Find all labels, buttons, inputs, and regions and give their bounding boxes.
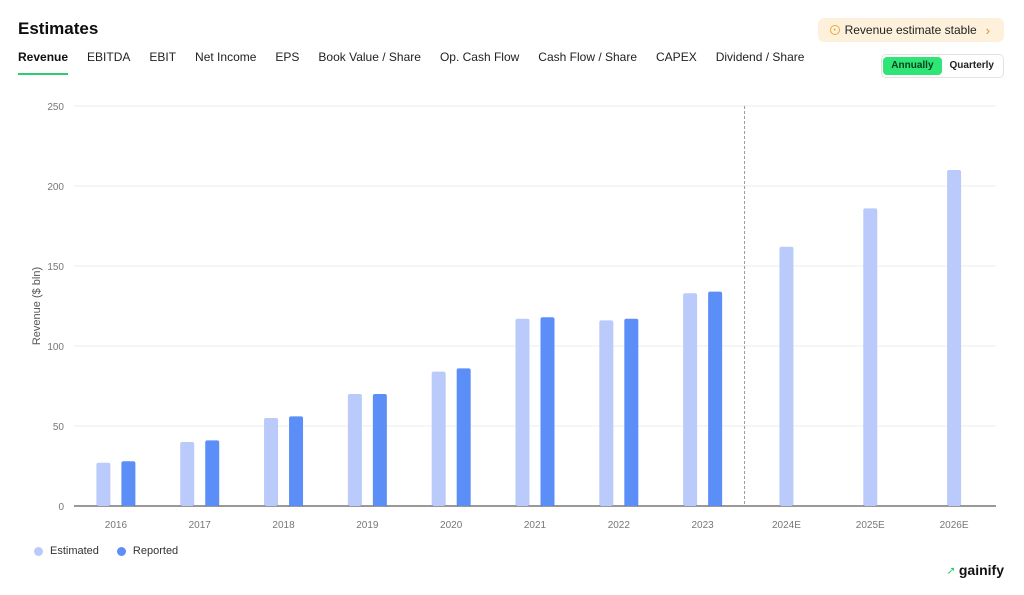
bar-reported-2016: [121, 461, 136, 506]
bar-estimated-2021: [515, 318, 530, 506]
legend-label-reported: Reported: [132, 545, 179, 557]
bar-reported-2023: [708, 291, 723, 506]
legend-swatch-estimated: [34, 546, 43, 556]
bar-reported-2022: [624, 318, 639, 506]
brand-logo: ➚ gainify: [947, 562, 1004, 578]
x-tick-label: 2024E: [772, 520, 801, 531]
y-tick-label: 50: [53, 422, 65, 433]
bar-reported-2017: [205, 440, 220, 506]
bar-estimated-2020: [431, 371, 446, 506]
x-tick-label: 2016: [105, 520, 128, 531]
y-tick-label: 0: [58, 502, 64, 513]
y-tick-label: 200: [47, 182, 64, 193]
y-tick-label: 100: [47, 342, 64, 353]
bar-reported-2021: [540, 317, 555, 506]
x-tick-label: 2021: [524, 520, 547, 531]
legend-item-reported[interactable]: Reported: [116, 545, 179, 557]
bar-reported-2018: [289, 416, 304, 506]
bar-estimated-2019: [347, 394, 362, 506]
x-tick-label: 2019: [356, 520, 379, 531]
y-tick-label: 150: [47, 262, 64, 273]
arrow-up-right-icon: ➚: [946, 564, 956, 577]
bar-estimated-2017: [180, 442, 195, 506]
bar-estimated-2024E: [779, 246, 794, 507]
bar-reported-2019: [372, 394, 387, 506]
legend-item-estimated[interactable]: Estimated: [34, 545, 99, 557]
y-axis-label: Revenue ($ bln): [31, 267, 43, 345]
x-tick-label: 2018: [272, 520, 295, 531]
y-tick-label: 250: [47, 102, 64, 113]
x-tick-label: 2022: [608, 520, 631, 531]
x-tick-label: 2017: [189, 520, 212, 531]
bar-estimated-2025E: [863, 208, 878, 506]
bar-estimated-2022: [599, 320, 614, 506]
revenue-bar-chart: 0 50 100 150 200 250 Revenue ($ bln) 2016 2017 20…: [31, 102, 996, 531]
bar-reported-2020: [456, 368, 471, 506]
bar-estimated-2018: [264, 418, 279, 506]
x-tick-label: 2020: [440, 520, 463, 531]
x-tick-label: 2023: [692, 520, 715, 531]
brand-name: gainify: [958, 562, 1004, 578]
bar-estimated-2023: [683, 293, 698, 506]
legend-label-estimated: Estimated: [50, 545, 99, 557]
chart-legend: Estimated Reported: [34, 545, 178, 557]
bar-estimated-2016: [96, 462, 111, 506]
legend-swatch-reported: [116, 546, 126, 556]
x-tick-label: 2026E: [940, 520, 969, 531]
x-tick-label: 2025E: [856, 520, 885, 531]
bar-estimated-2026E: [947, 170, 962, 506]
